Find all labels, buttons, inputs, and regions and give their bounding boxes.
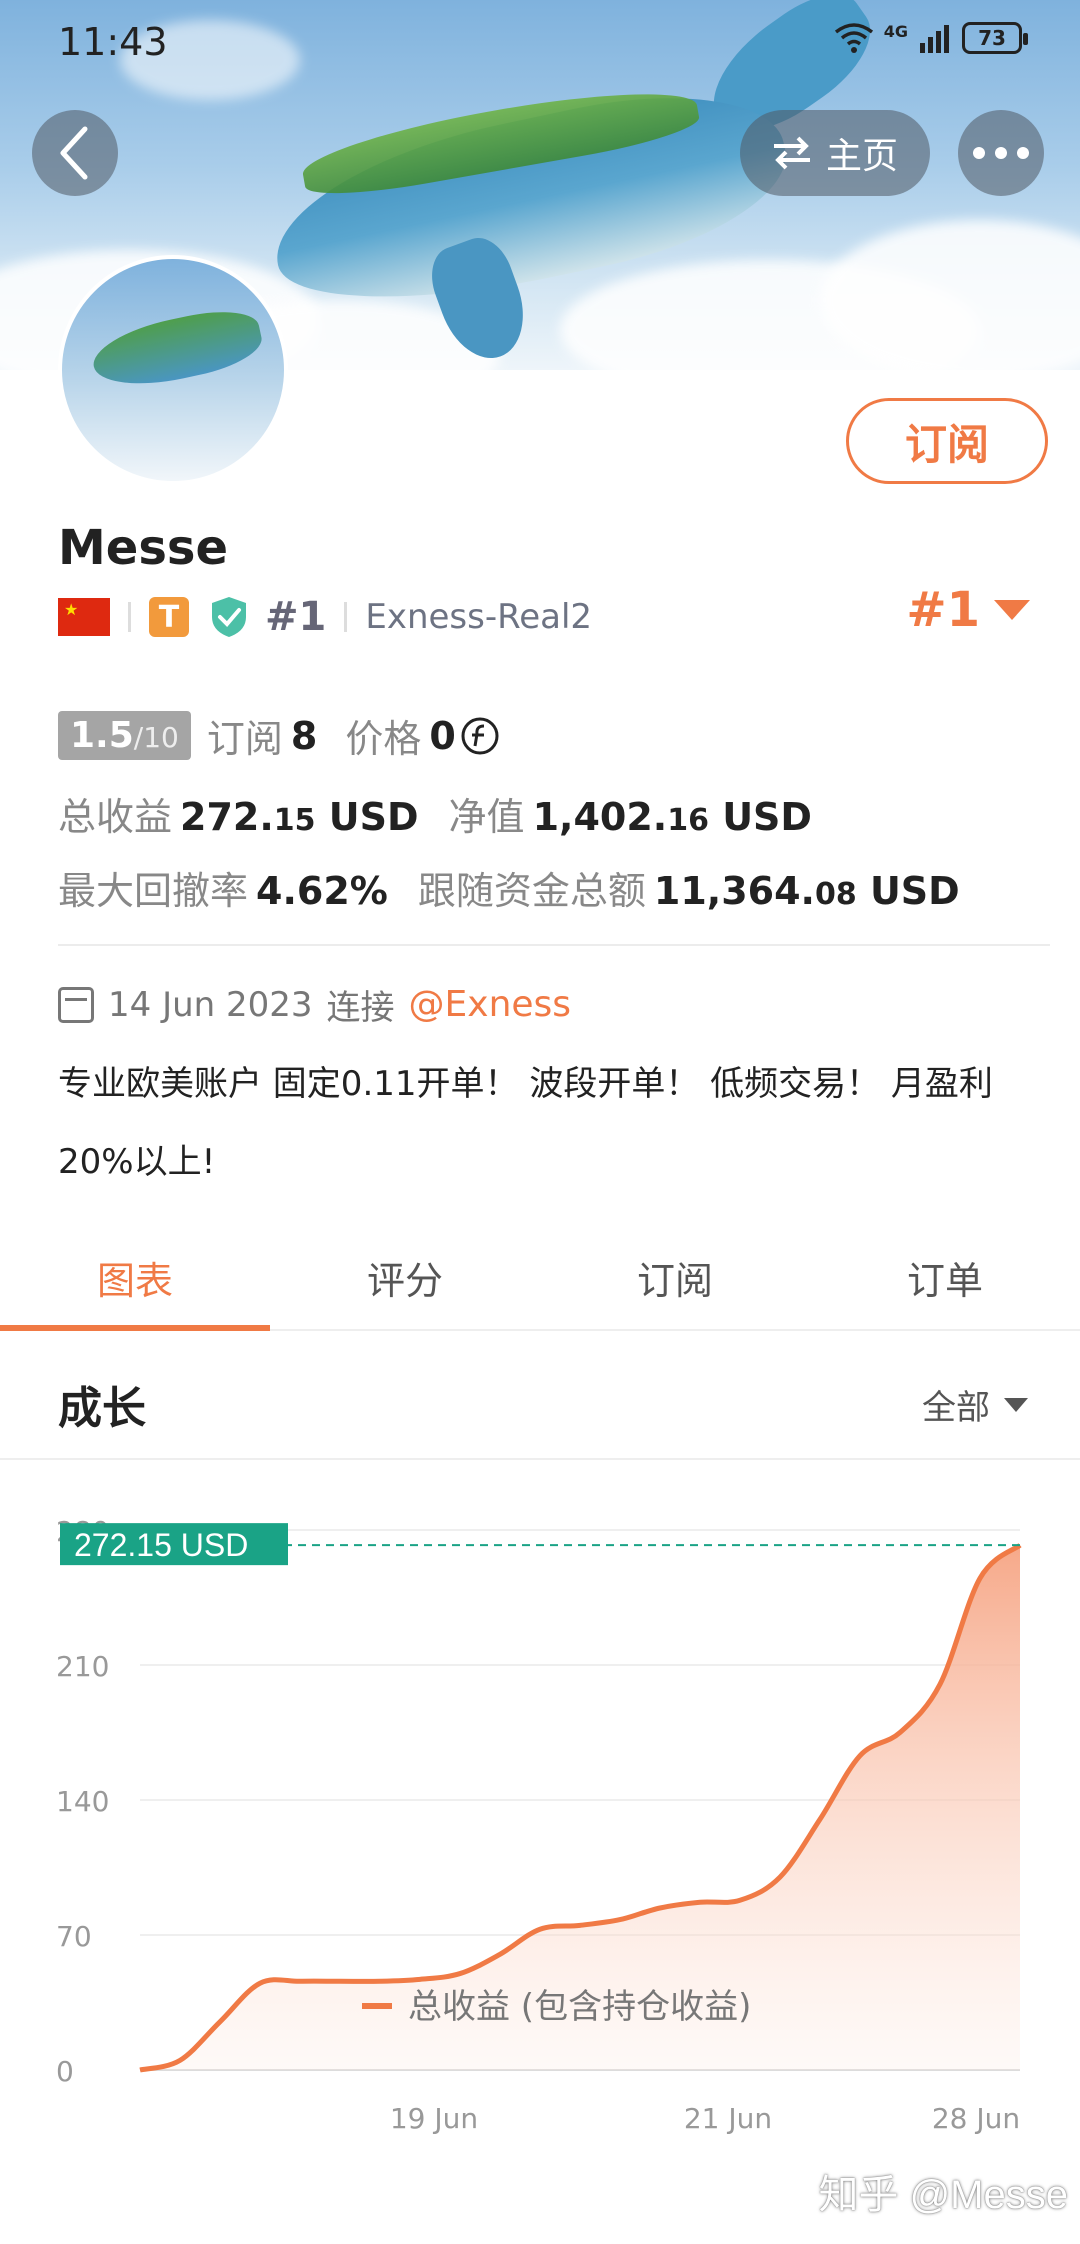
range-value: 全部 — [922, 1388, 990, 1428]
caret-down-icon — [994, 600, 1030, 620]
total-profit-label: 总收益 — [58, 795, 173, 839]
legend-label: 总收益 (包含持仓收益) — [408, 1987, 751, 2027]
x-tick-label: 21 Jun — [684, 2102, 772, 2135]
follow-funds-label: 跟随资金总额 — [417, 869, 646, 913]
status-icons: 4G 73 — [834, 22, 1028, 54]
section-title: 成长 — [58, 1383, 146, 1434]
wifi-icon — [834, 23, 873, 53]
drawdown-value: 4.62% — [256, 869, 388, 913]
more-options-button[interactable] — [958, 110, 1044, 196]
connect-text: 连接 — [326, 988, 395, 1028]
y-tick-label: 0 — [56, 2055, 74, 2088]
trader-tags: T #1 Exness-Real2 — [58, 592, 592, 642]
tab-orders[interactable]: 订单 — [810, 1225, 1080, 1329]
x-tick-label: 28 Jun — [932, 2102, 1020, 2135]
y-tick-label: 210 — [56, 1650, 109, 1683]
caret-down-icon — [1004, 1397, 1028, 1412]
signal-icon — [920, 25, 949, 53]
tag-separator — [128, 602, 131, 632]
score-badge: 1.5/10 — [58, 711, 191, 760]
home-button[interactable]: 主页 — [740, 110, 930, 196]
connect-info: 14 Jun 2023 连接 @Exness — [58, 980, 571, 1029]
y-tick-label: 70 — [56, 1920, 92, 1953]
avatar-whale-image — [87, 301, 267, 397]
status-time: 11:43 — [58, 20, 168, 64]
growth-section-header: 成长 全部 — [0, 1350, 1080, 1460]
server-label: Exness-Real2 — [365, 597, 593, 637]
price-value: 0 — [429, 713, 456, 758]
tab-subscriptions[interactable]: 订阅 — [540, 1225, 810, 1329]
watermark: 知乎 @Messe — [818, 2173, 1068, 2217]
home-label: 主页 — [825, 136, 898, 177]
equity-label: 净值 — [448, 795, 525, 839]
back-button[interactable] — [32, 110, 118, 196]
price-label: 价格 — [345, 717, 422, 761]
tab-rating[interactable]: 评分 — [270, 1225, 540, 1329]
chevron-left-icon — [60, 126, 88, 180]
avatar[interactable] — [58, 255, 288, 485]
swap-icon — [773, 136, 810, 170]
rank-label: #1 — [265, 594, 327, 640]
subscribe-button[interactable]: 订阅 — [846, 398, 1048, 484]
broker-link[interactable]: @Exness — [409, 984, 572, 1025]
calendar-icon — [58, 986, 94, 1023]
rank-big-label: #1 — [906, 582, 980, 638]
tab-bar: 图表 评分 订阅 订单 — [0, 1225, 1080, 1331]
growth-chart: 070140210280 272.15 USD 19 Jun21 Jun28 J… — [56, 1515, 1022, 2135]
equity-value: 1,402.16 USD — [532, 795, 812, 839]
more-dots-icon — [973, 147, 1029, 159]
rank-dropdown[interactable]: #1 — [906, 582, 1030, 638]
strategy-description: 专业欧美账户 固定0.11开单！ 波段开单！ 低频交易！ 月盈利20%以上! — [58, 1064, 993, 1182]
subscribers-count: 8 — [290, 713, 318, 758]
tab-chart[interactable]: 图表 — [0, 1225, 270, 1331]
battery-icon: 73 — [962, 22, 1028, 54]
y-tick-label: 140 — [56, 1785, 109, 1818]
connect-date: 14 Jun 2023 — [108, 984, 313, 1025]
status-bar: 11:43 4G 73 — [0, 0, 1080, 80]
current-value-label: 272.15 USD — [74, 1527, 248, 1563]
verified-shield-icon — [212, 597, 246, 637]
network-label: 4G — [883, 22, 908, 41]
stats-row-2: 总收益 272.15 USD 净值 1,402.16 USD — [58, 786, 812, 841]
drawdown-label: 最大回撤率 — [58, 869, 249, 913]
coin-icon — [461, 717, 499, 754]
trader-name: Messe — [58, 520, 229, 576]
x-tick-label: 19 Jun — [390, 2102, 478, 2135]
tag-separator — [344, 602, 348, 632]
stats-row-3: 最大回撤率 4.62% 跟随资金总额 11,364.08 USD — [58, 860, 960, 915]
tier-badge: T — [149, 597, 189, 637]
stats-row-1: 1.5/10 订阅 8 价格 0 — [58, 708, 500, 763]
follow-funds-value: 11,364.08 USD — [653, 869, 960, 913]
china-flag-icon — [58, 598, 110, 636]
total-profit-value: 272.15 USD — [180, 795, 419, 839]
range-select[interactable]: 全部 — [922, 1380, 1028, 1429]
subscribers-label: 订阅 — [206, 717, 283, 761]
divider — [58, 944, 1050, 946]
